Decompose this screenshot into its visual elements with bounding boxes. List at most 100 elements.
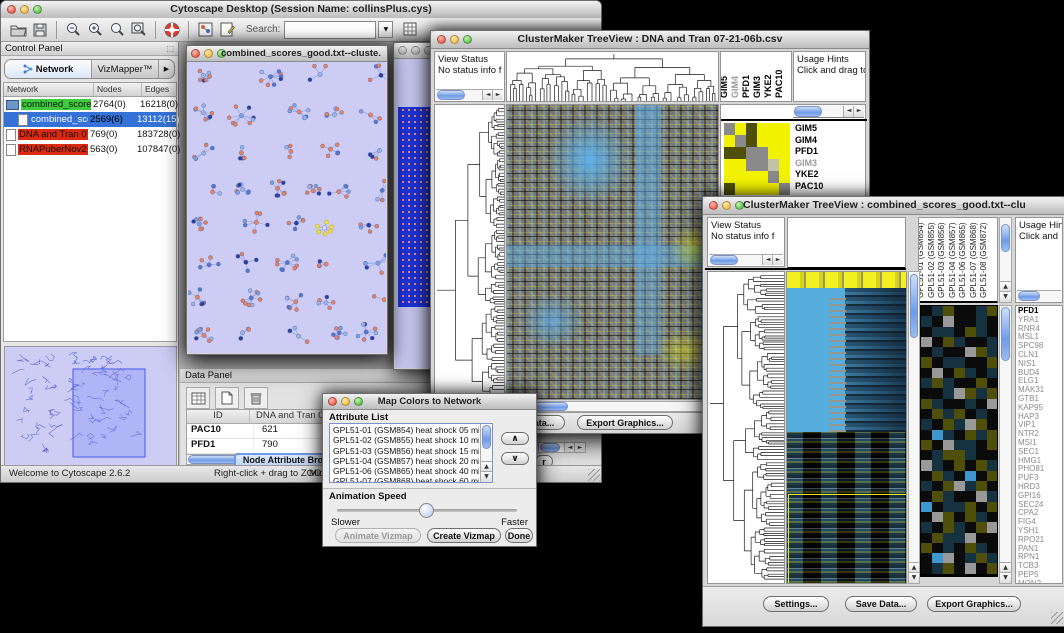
tv1-gene-list[interactable]: GIM5GIM4PFD1GIM3YKE2PAC10 [795, 123, 823, 192]
network-table-row[interactable]: RNAPuberNov2+563(0)107847(0) [4, 142, 176, 157]
scroll-down-arrow[interactable]: ▼ [1000, 572, 1011, 583]
new-attribute-icon[interactable] [215, 387, 239, 409]
heatmap-selection-box[interactable] [788, 494, 907, 584]
annotation-icon[interactable] [216, 20, 238, 40]
zoom-button[interactable] [354, 397, 363, 406]
scrollbar-thumb[interactable] [910, 274, 918, 338]
scrollbar-thumb[interactable] [1001, 307, 1010, 361]
tv2-heatmap[interactable] [786, 271, 907, 584]
save-data-button[interactable]: Save Data... [845, 596, 917, 612]
attribute-item[interactable]: GPL51-06 (GSM865) heat shock 40 min [331, 466, 479, 476]
scrollbar-thumb[interactable] [482, 425, 491, 449]
col-network[interactable]: Network [4, 83, 94, 96]
open-session-icon[interactable] [7, 20, 29, 40]
close-button[interactable] [7, 5, 16, 14]
network-overview[interactable] [4, 346, 177, 466]
main-titlebar[interactable]: Cytoscape Desktop (Session Name: collins… [1, 1, 601, 19]
scrollbar-thumb[interactable] [540, 443, 560, 452]
export-graphics-button[interactable]: Export Graphics... [577, 415, 673, 430]
zoom-out-icon[interactable] [62, 20, 84, 40]
scroll-right-arrow[interactable]: ► [492, 90, 503, 100]
tv2-heatmap-vscrollbar[interactable]: ▲ ▼ [908, 271, 920, 584]
close-button[interactable] [437, 35, 446, 44]
tv1-column-labels[interactable]: GIM5GIM4PFD1GIM3YKE2PAC10 [720, 51, 792, 102]
close-button[interactable] [328, 397, 337, 406]
tv1-column-dendrogram[interactable] [506, 51, 719, 102]
data-panel-hscrollbar-2[interactable]: ◄ ► [538, 442, 586, 453]
animation-speed-slider-thumb[interactable] [419, 503, 434, 518]
gene-label[interactable]: PFD1 [795, 146, 823, 158]
export-graphics-button[interactable]: Export Graphics... [927, 596, 1021, 612]
treeview1-titlebar[interactable]: ClusterMaker TreeView : DNA and Tran 07-… [431, 31, 869, 49]
create-vizmap-button[interactable]: Create Vizmap [427, 528, 501, 543]
minimize-button[interactable] [20, 5, 29, 14]
minimize-button[interactable] [411, 46, 420, 55]
tv2-collabel-vscrollbar[interactable]: ▲ ▼ [999, 217, 1012, 303]
tv1-heatmap[interactable] [506, 104, 719, 400]
network-table-row[interactable]: DNA and Tran 07769(0)183728(0) [4, 127, 176, 142]
zoom-selected-icon[interactable] [106, 20, 128, 40]
col-nodes[interactable]: Nodes [94, 83, 142, 96]
float-panel-icon[interactable]: ⬚ [166, 42, 174, 55]
save-session-icon[interactable] [29, 20, 51, 40]
close-button[interactable] [398, 46, 407, 55]
attribute-listbox[interactable]: GPL51-01 (GSM854) heat shock 05 minGPL51… [329, 423, 493, 483]
attribute-item[interactable]: GPL51-02 (GSM855) heat shock 10 min [331, 435, 479, 445]
search-input[interactable] [284, 21, 376, 39]
gene-label[interactable]: YKE2 [795, 169, 823, 181]
minimize-button[interactable] [450, 35, 459, 44]
select-attributes-icon[interactable] [186, 387, 210, 409]
gene-label[interactable]: PAC10 [795, 181, 823, 193]
attribute-table-icon[interactable] [399, 20, 421, 40]
scroll-down-arrow[interactable]: ▼ [1000, 291, 1011, 302]
gene-label[interactable]: GIM5 [795, 123, 823, 135]
minimize-button[interactable] [722, 201, 731, 210]
attribute-list-vscrollbar[interactable]: ▲ ▼ [480, 424, 492, 482]
delete-attribute-icon[interactable] [244, 387, 268, 409]
tv2-gene-list[interactable]: PFD1YRA1RNR4MSL1SPC98CLN1NIS1BUD4ELG1MAK… [1015, 305, 1063, 584]
overview-viewport-rect[interactable] [73, 369, 145, 457]
tab-overflow-arrow[interactable]: ▶ [158, 60, 174, 78]
tv2-column-dendrogram[interactable] [787, 217, 906, 269]
scroll-down-arrow[interactable]: ▼ [481, 471, 492, 482]
network-table-row[interactable]: combined_scores2764(0)16218(0) [4, 97, 176, 112]
scrollbar-thumb[interactable] [1001, 224, 1010, 252]
col-edges[interactable]: Edges [142, 83, 176, 96]
minimize-button[interactable] [341, 397, 350, 406]
scrollbar-thumb[interactable] [437, 90, 465, 100]
search-dropdown-arrow[interactable]: ▼ [378, 21, 393, 38]
scroll-right-arrow[interactable]: ► [574, 443, 585, 452]
tv1-mini-heatmap[interactable] [724, 123, 790, 195]
attribute-item[interactable]: GPL51-03 (GSM856) heat shock 15 min [331, 446, 479, 456]
scrollbar-thumb[interactable] [1018, 291, 1040, 301]
attribute-item[interactable]: GPL51-04 (GSM857) heat shock 20 min [331, 456, 479, 466]
tv2-zoom-heatmap[interactable] [920, 305, 998, 577]
tv2-column-labels[interactable]: GPL51-01 (GSM854)GPL51-02 (GSM855)GPL51-… [918, 217, 998, 303]
done-button[interactable]: Done [505, 528, 533, 543]
treeview2-titlebar[interactable]: ClusterMaker TreeView : combined_scores_… [703, 197, 1064, 215]
close-button[interactable] [709, 201, 718, 210]
attribute-item[interactable]: GPL51-07 (GSM868) heat shock 60 min [331, 476, 479, 483]
close-button[interactable] [191, 49, 200, 58]
tv1-status-scrollbar[interactable]: ◄ ► [436, 89, 503, 100]
tab-vizmapper[interactable]: VizMapper™ [92, 60, 158, 78]
scrollbar-thumb[interactable] [794, 106, 822, 117]
move-up-button[interactable]: ∧ [501, 432, 529, 445]
scrollbar-thumb[interactable] [710, 255, 738, 265]
scroll-right-arrow[interactable]: ► [853, 106, 864, 117]
scroll-down-arrow[interactable]: ▼ [909, 572, 919, 583]
tv2-gene-vscrollbar[interactable]: ▲ ▼ [999, 305, 1012, 584]
tv1-gene-scrollbar[interactable]: ◄ ► [793, 106, 864, 118]
gene-label[interactable]: GIM4 [795, 135, 823, 147]
network-table-row[interactable]: combined_sco2569(6)13112(15) [4, 112, 176, 127]
tv2-status-scrollbar[interactable]: ◄ ► [709, 254, 783, 265]
attribute-item[interactable]: GPL51-01 (GSM854) heat shock 05 min [331, 425, 479, 435]
help-lifering-icon[interactable] [161, 20, 183, 40]
network-editor-icon[interactable] [194, 20, 216, 40]
move-down-button[interactable]: ∨ [501, 452, 529, 465]
minimize-button[interactable] [204, 49, 213, 58]
resize-grip[interactable] [588, 469, 600, 481]
tv1-row-dendrogram[interactable] [434, 104, 505, 400]
network1-titlebar[interactable]: combined_scores_good.txt--cluste... [187, 46, 387, 62]
tv2-usage-scrollbar[interactable] [1017, 290, 1061, 301]
